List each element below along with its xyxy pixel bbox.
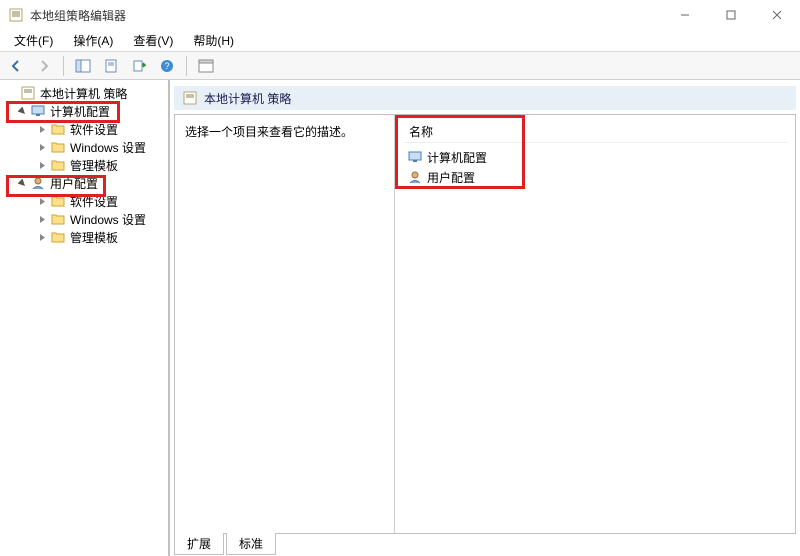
list-item-computer-config[interactable]: 计算机配置 (403, 147, 787, 167)
content-header: 本地计算机 策略 (174, 86, 796, 110)
tree-node-admin-templates[interactable]: 管理模板 (2, 156, 166, 174)
tree-label: 管理模板 (70, 229, 118, 246)
forward-button[interactable] (32, 55, 56, 77)
toolbar: ? (0, 52, 800, 80)
export-list-button[interactable] (127, 55, 151, 77)
folder-icon (50, 121, 66, 137)
list-item-label: 用户配置 (427, 169, 475, 186)
window-title: 本地组策略编辑器 (30, 7, 126, 24)
policy-icon (20, 85, 36, 101)
properties-button[interactable] (99, 55, 123, 77)
tree-node-computer-config[interactable]: 计算机配置 (2, 102, 166, 120)
tree-label: Windows 设置 (70, 211, 146, 228)
policy-icon (182, 90, 198, 106)
tree-label: 本地计算机 策略 (40, 85, 127, 102)
folder-icon (50, 211, 66, 227)
expand-icon[interactable] (36, 213, 48, 225)
tree-pane: 本地计算机 策略 计算机配置 软件设置 (0, 80, 170, 556)
tree-node-windows-settings-user[interactable]: Windows 设置 (2, 210, 166, 228)
titlebar: 本地组策略编辑器 (0, 0, 800, 30)
user-icon (407, 169, 423, 185)
tree-label: 用户配置 (50, 175, 98, 192)
list-item-user-config[interactable]: 用户配置 (403, 167, 787, 187)
expand-icon[interactable] (36, 123, 48, 135)
description-prompt: 选择一个项目来查看它的描述。 (185, 125, 353, 139)
computer-icon (407, 149, 423, 165)
help-button[interactable]: ? (155, 55, 179, 77)
expand-icon[interactable] (36, 159, 48, 171)
menu-file[interactable]: 文件(F) (6, 30, 61, 51)
description-column: 选择一个项目来查看它的描述。 (175, 115, 395, 533)
tree-node-windows-settings[interactable]: Windows 设置 (2, 138, 166, 156)
tree-node-admin-templates-user[interactable]: 管理模板 (2, 228, 166, 246)
folder-icon (50, 139, 66, 155)
expand-icon[interactable] (36, 195, 48, 207)
folder-icon (50, 193, 66, 209)
tab-standard[interactable]: 标准 (226, 533, 276, 555)
collapse-icon[interactable] (16, 105, 28, 117)
folder-icon (50, 229, 66, 245)
list-item-label: 计算机配置 (427, 149, 487, 166)
content-pane: 本地计算机 策略 选择一个项目来查看它的描述。 名称 计算机配置 用户 (170, 80, 800, 556)
tree-label: 管理模板 (70, 157, 118, 174)
menu-view[interactable]: 查看(V) (125, 30, 181, 51)
column-header-name[interactable]: 名称 (403, 121, 787, 143)
back-button[interactable] (4, 55, 28, 77)
tree-root[interactable]: 本地计算机 策略 (2, 84, 166, 102)
user-icon (30, 175, 46, 191)
tree-label: 软件设置 (70, 121, 118, 138)
filter-button[interactable] (194, 55, 218, 77)
main-area: 本地计算机 策略 计算机配置 软件设置 (0, 80, 800, 556)
content-title: 本地计算机 策略 (204, 90, 291, 107)
window-controls (662, 0, 800, 30)
tree-node-user-config[interactable]: 用户配置 (2, 174, 166, 192)
maximize-button[interactable] (708, 0, 754, 30)
menu-help[interactable]: 帮助(H) (185, 30, 242, 51)
svg-text:?: ? (164, 61, 169, 71)
computer-icon (30, 103, 46, 119)
tree-label: Windows 设置 (70, 139, 146, 156)
app-icon (8, 7, 24, 23)
close-button[interactable] (754, 0, 800, 30)
toolbar-separator (63, 56, 64, 76)
tab-extended[interactable]: 扩展 (174, 533, 224, 555)
menu-action[interactable]: 操作(A) (65, 30, 121, 51)
expand-icon[interactable] (36, 231, 48, 243)
show-hide-tree-button[interactable] (71, 55, 95, 77)
content-body: 选择一个项目来查看它的描述。 名称 计算机配置 用户配置 (174, 114, 796, 534)
tree-node-software-settings-user[interactable]: 软件设置 (2, 192, 166, 210)
list-column: 名称 计算机配置 用户配置 (395, 115, 795, 533)
tree-node-software-settings[interactable]: 软件设置 (2, 120, 166, 138)
menubar: 文件(F) 操作(A) 查看(V) 帮助(H) (0, 30, 800, 52)
folder-icon (50, 157, 66, 173)
toolbar-separator (186, 56, 187, 76)
tree-label: 计算机配置 (50, 103, 110, 120)
tabs-bottom: 扩展 标准 (174, 533, 796, 555)
minimize-button[interactable] (662, 0, 708, 30)
tree-label: 软件设置 (70, 193, 118, 210)
expand-icon[interactable] (36, 141, 48, 153)
collapse-icon[interactable] (16, 177, 28, 189)
